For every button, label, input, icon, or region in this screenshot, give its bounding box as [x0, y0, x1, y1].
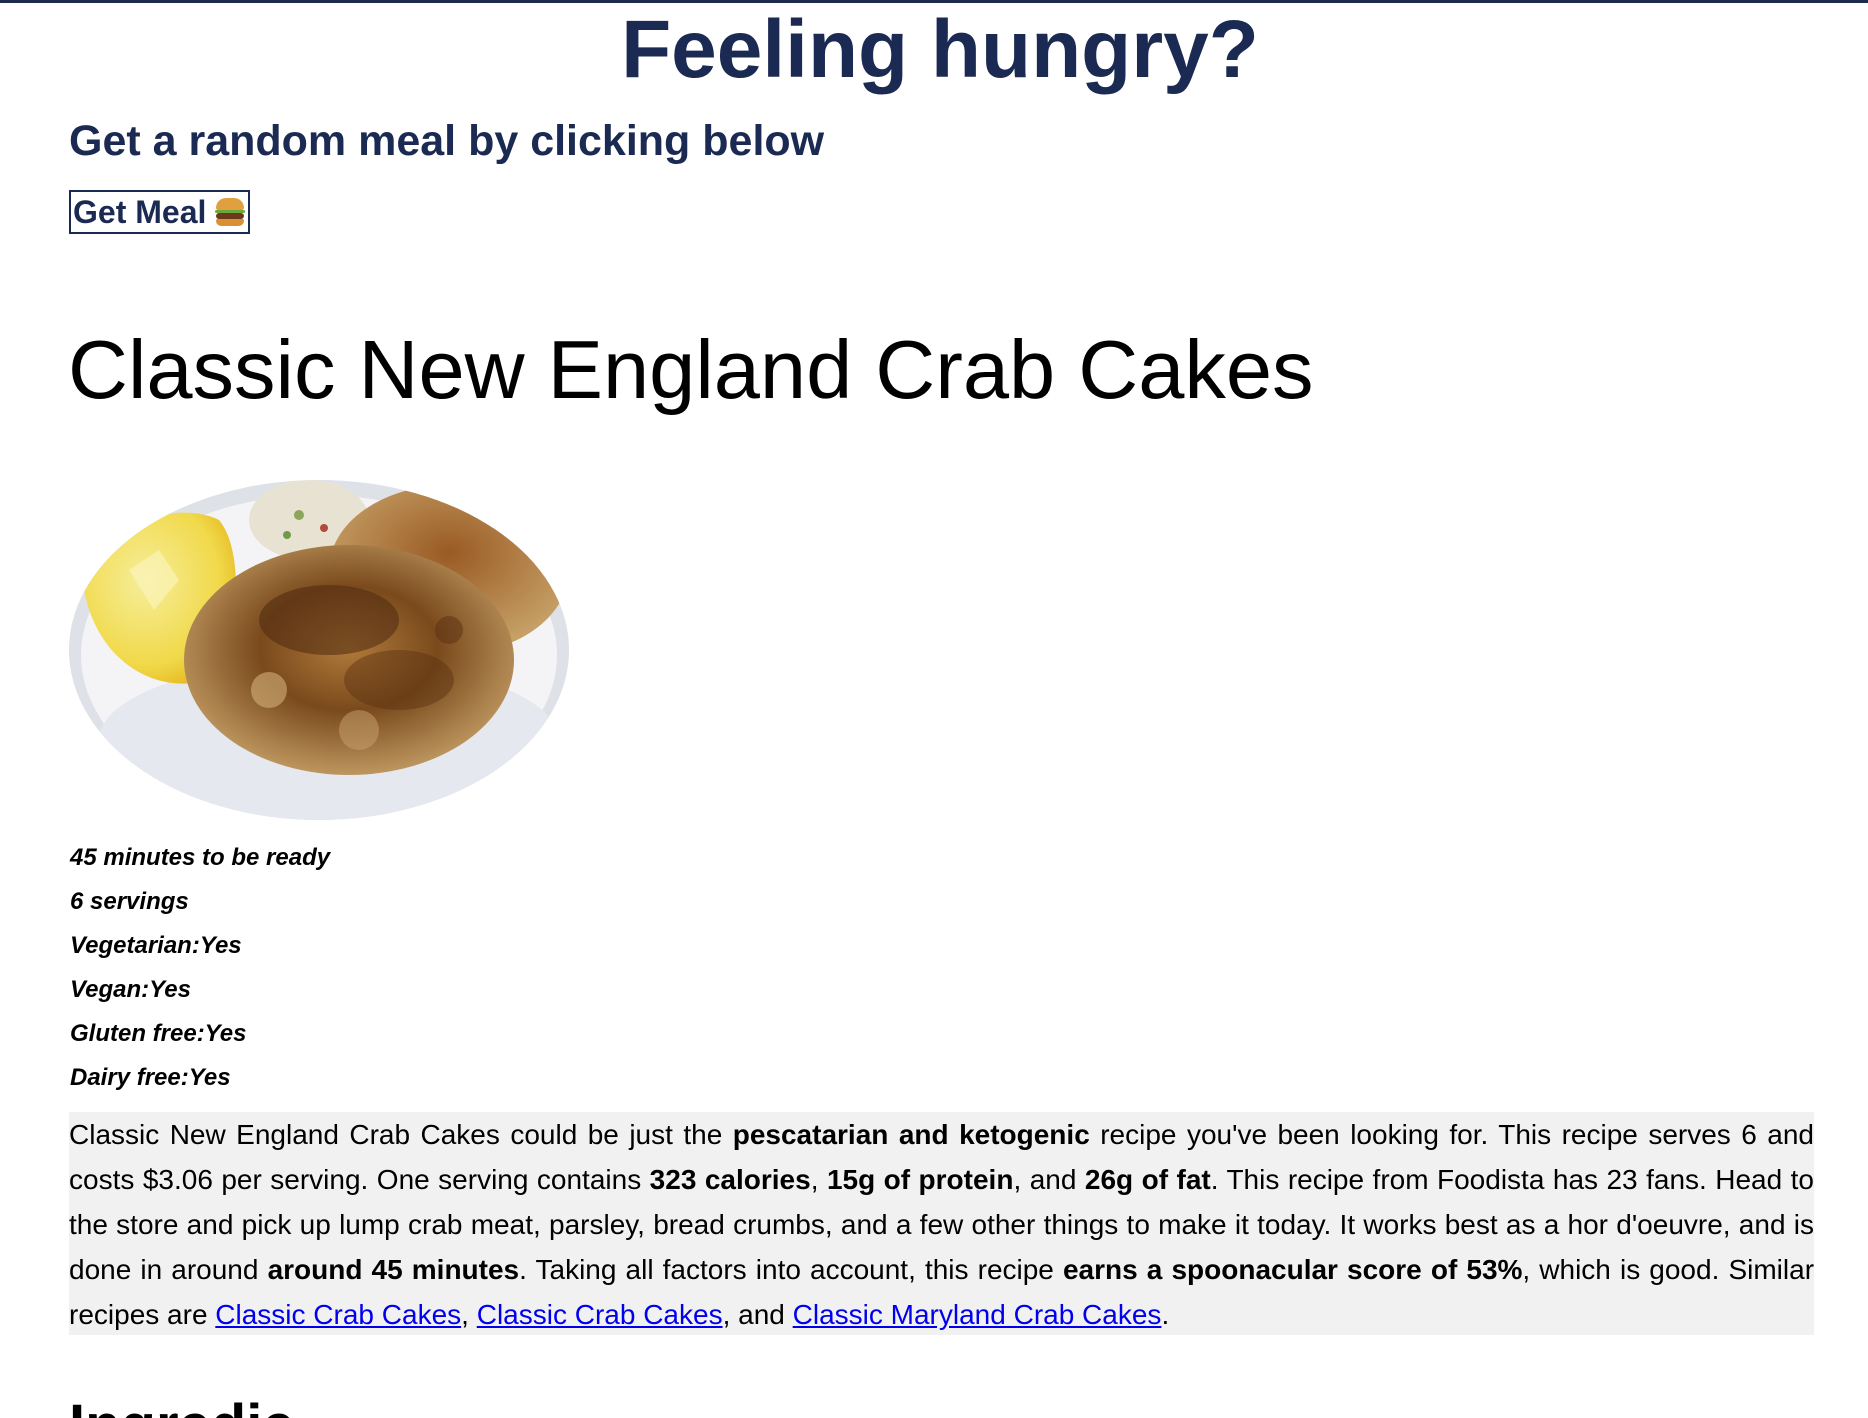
crab-cake-photo [69, 480, 569, 820]
fact-servings: 6 servings [70, 888, 189, 915]
fact-ready-time: 45 minutes to be ready [70, 844, 331, 871]
similar-recipe-link-1[interactable]: Classic Crab Cakes [215, 1299, 461, 1330]
page: Feeling hungry? Get a random meal by cli… [0, 0, 1868, 1418]
page-subtitle: Get a random meal by clicking below [69, 117, 825, 165]
page-title: Feeling hungry? [621, 4, 1259, 95]
similar-recipe-link-3[interactable]: Classic Maryland Crab Cakes [793, 1299, 1162, 1330]
ingredients-heading: Ingredients [69, 1395, 289, 1418]
recipe-title: Classic New England Crab Cakes [68, 323, 1314, 416]
fact-dairy-free: Dairy free:Yes [70, 1064, 231, 1091]
recipe-image [69, 480, 569, 820]
hamburger-icon [215, 197, 246, 227]
fact-gluten-free: Gluten free:Yes [70, 1020, 247, 1047]
fact-vegetarian: Vegetarian:Yes [70, 932, 242, 959]
get-meal-button[interactable]: Get Meal [69, 190, 251, 234]
get-meal-label: Get Meal [73, 194, 207, 230]
recipe-summary: Classic New England Crab Cakes could be … [69, 1112, 1814, 1335]
similar-recipe-link-2[interactable]: Classic Crab Cakes [477, 1299, 723, 1330]
recipe-facts: 45 minutes to be ready 6 servings Vegeta… [70, 836, 330, 1100]
fact-vegan: Vegan:Yes [70, 976, 191, 1003]
